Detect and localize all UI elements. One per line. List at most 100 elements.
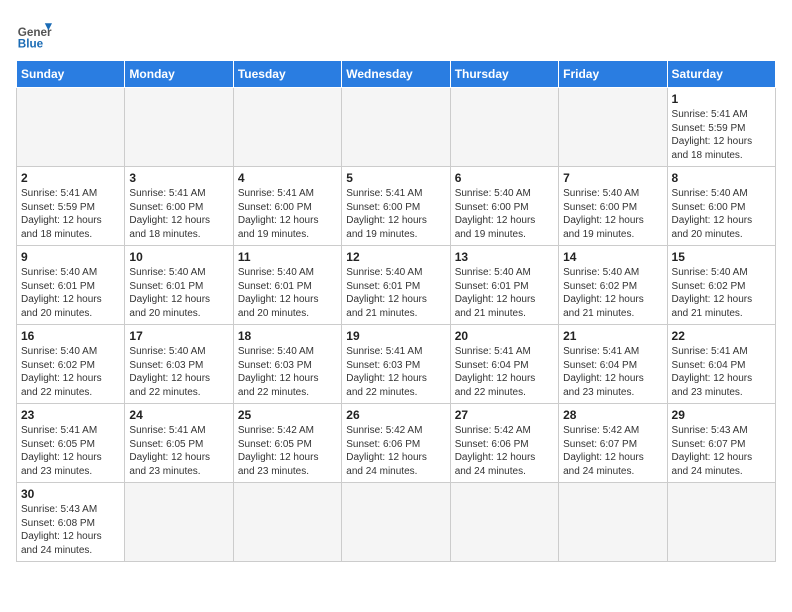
day-number: 19 xyxy=(346,329,445,343)
day-info: Sunrise: 5:41 AM Sunset: 6:05 PM Dayligh… xyxy=(129,424,228,478)
day-info: Sunrise: 5:40 AM Sunset: 6:03 PM Dayligh… xyxy=(129,345,228,399)
calendar-day-cell xyxy=(233,88,341,167)
day-number: 21 xyxy=(563,329,662,343)
calendar-day-cell: 27 Sunrise: 5:42 AM Sunset: 6:06 PM Dayli… xyxy=(450,404,558,483)
calendar-day-cell xyxy=(342,483,450,562)
day-number: 6 xyxy=(455,171,554,185)
calendar-day-cell: 4 Sunrise: 5:41 AM Sunset: 6:00 PM Daylig… xyxy=(233,167,341,246)
calendar-day-cell xyxy=(667,483,775,562)
calendar-day-cell xyxy=(125,483,233,562)
day-number: 4 xyxy=(238,171,337,185)
calendar-day-cell: 13 Sunrise: 5:40 AM Sunset: 6:01 PM Dayli… xyxy=(450,246,558,325)
day-info: Sunrise: 5:40 AM Sunset: 6:01 PM Dayligh… xyxy=(455,266,554,320)
day-info: Sunrise: 5:40 AM Sunset: 6:01 PM Dayligh… xyxy=(346,266,445,320)
calendar-table: SundayMondayTuesdayWednesdayThursdayFrid… xyxy=(16,60,776,562)
day-number: 12 xyxy=(346,250,445,264)
day-info: Sunrise: 5:41 AM Sunset: 6:04 PM Dayligh… xyxy=(455,345,554,399)
day-info: Sunrise: 5:42 AM Sunset: 6:06 PM Dayligh… xyxy=(346,424,445,478)
calendar-day-cell xyxy=(450,483,558,562)
day-number: 3 xyxy=(129,171,228,185)
day-number: 25 xyxy=(238,408,337,422)
calendar-day-cell: 25 Sunrise: 5:42 AM Sunset: 6:05 PM Dayli… xyxy=(233,404,341,483)
calendar-day-cell: 17 Sunrise: 5:40 AM Sunset: 6:03 PM Dayli… xyxy=(125,325,233,404)
calendar-day-cell: 9 Sunrise: 5:40 AM Sunset: 6:01 PM Daylig… xyxy=(17,246,125,325)
calendar-header-row: SundayMondayTuesdayWednesdayThursdayFrid… xyxy=(17,61,776,88)
day-info: Sunrise: 5:40 AM Sunset: 6:02 PM Dayligh… xyxy=(672,266,771,320)
day-number: 8 xyxy=(672,171,771,185)
calendar-day-cell: 23 Sunrise: 5:41 AM Sunset: 6:05 PM Dayli… xyxy=(17,404,125,483)
day-info: Sunrise: 5:42 AM Sunset: 6:06 PM Dayligh… xyxy=(455,424,554,478)
calendar-day-cell: 26 Sunrise: 5:42 AM Sunset: 6:06 PM Dayli… xyxy=(342,404,450,483)
calendar-day-cell: 20 Sunrise: 5:41 AM Sunset: 6:04 PM Dayli… xyxy=(450,325,558,404)
page-header: General Blue xyxy=(16,16,776,52)
day-info: Sunrise: 5:43 AM Sunset: 6:08 PM Dayligh… xyxy=(21,503,120,557)
day-number: 24 xyxy=(129,408,228,422)
day-number: 17 xyxy=(129,329,228,343)
calendar-day-cell: 8 Sunrise: 5:40 AM Sunset: 6:00 PM Daylig… xyxy=(667,167,775,246)
calendar-day-cell xyxy=(125,88,233,167)
calendar-day-cell: 11Sunrise: 5:40 AM Sunset: 6:01 PM Dayli… xyxy=(233,246,341,325)
calendar-week-row: 16Sunrise: 5:40 AM Sunset: 6:02 PM Dayli… xyxy=(17,325,776,404)
day-of-week-header: Wednesday xyxy=(342,61,450,88)
calendar-day-cell: 5Sunrise: 5:41 AM Sunset: 6:00 PM Daylig… xyxy=(342,167,450,246)
calendar-day-cell: 1 Sunrise: 5:41 AM Sunset: 5:59 PM Daylig… xyxy=(667,88,775,167)
calendar-day-cell: 19 Sunrise: 5:41 AM Sunset: 6:03 PM Dayli… xyxy=(342,325,450,404)
calendar-day-cell: 10 Sunrise: 5:40 AM Sunset: 6:01 PM Dayli… xyxy=(125,246,233,325)
logo-icon: General Blue xyxy=(16,16,52,52)
day-number: 23 xyxy=(21,408,120,422)
day-number: 20 xyxy=(455,329,554,343)
calendar-week-row: 30Sunrise: 5:43 AM Sunset: 6:08 PM Dayli… xyxy=(17,483,776,562)
day-info: Sunrise: 5:41 AM Sunset: 6:04 PM Dayligh… xyxy=(672,345,771,399)
day-number: 13 xyxy=(455,250,554,264)
calendar-day-cell: 29 Sunrise: 5:43 AM Sunset: 6:07 PM Dayli… xyxy=(667,404,775,483)
day-info: Sunrise: 5:42 AM Sunset: 6:05 PM Dayligh… xyxy=(238,424,337,478)
day-info: Sunrise: 5:41 AM Sunset: 6:00 PM Dayligh… xyxy=(238,187,337,241)
day-of-week-header: Sunday xyxy=(17,61,125,88)
day-info: Sunrise: 5:40 AM Sunset: 6:00 PM Dayligh… xyxy=(563,187,662,241)
day-number: 7 xyxy=(563,171,662,185)
calendar-day-cell: 3 Sunrise: 5:41 AM Sunset: 6:00 PM Daylig… xyxy=(125,167,233,246)
calendar-day-cell: 6 Sunrise: 5:40 AM Sunset: 6:00 PM Daylig… xyxy=(450,167,558,246)
logo: General Blue xyxy=(16,16,52,52)
day-info: Sunrise: 5:40 AM Sunset: 6:00 PM Dayligh… xyxy=(455,187,554,241)
day-of-week-header: Friday xyxy=(559,61,667,88)
day-info: Sunrise: 5:41 AM Sunset: 5:59 PM Dayligh… xyxy=(672,108,771,162)
day-number: 22 xyxy=(672,329,771,343)
calendar-day-cell: 16Sunrise: 5:40 AM Sunset: 6:02 PM Dayli… xyxy=(17,325,125,404)
calendar-day-cell: 14Sunrise: 5:40 AM Sunset: 6:02 PM Dayli… xyxy=(559,246,667,325)
calendar-day-cell xyxy=(450,88,558,167)
day-number: 27 xyxy=(455,408,554,422)
day-number: 15 xyxy=(672,250,771,264)
calendar-day-cell xyxy=(17,88,125,167)
day-of-week-header: Monday xyxy=(125,61,233,88)
day-number: 26 xyxy=(346,408,445,422)
day-info: Sunrise: 5:41 AM Sunset: 6:05 PM Dayligh… xyxy=(21,424,120,478)
calendar-day-cell: 21 Sunrise: 5:41 AM Sunset: 6:04 PM Dayli… xyxy=(559,325,667,404)
calendar-day-cell: 12 Sunrise: 5:40 AM Sunset: 6:01 PM Dayli… xyxy=(342,246,450,325)
day-of-week-header: Thursday xyxy=(450,61,558,88)
calendar-day-cell: 7 Sunrise: 5:40 AM Sunset: 6:00 PM Daylig… xyxy=(559,167,667,246)
day-number: 2 xyxy=(21,171,120,185)
day-number: 29 xyxy=(672,408,771,422)
day-info: Sunrise: 5:41 AM Sunset: 6:00 PM Dayligh… xyxy=(129,187,228,241)
day-info: Sunrise: 5:43 AM Sunset: 6:07 PM Dayligh… xyxy=(672,424,771,478)
day-info: Sunrise: 5:42 AM Sunset: 6:07 PM Dayligh… xyxy=(563,424,662,478)
day-info: Sunrise: 5:40 AM Sunset: 6:03 PM Dayligh… xyxy=(238,345,337,399)
day-info: Sunrise: 5:40 AM Sunset: 6:00 PM Dayligh… xyxy=(672,187,771,241)
day-number: 10 xyxy=(129,250,228,264)
day-info: Sunrise: 5:40 AM Sunset: 6:01 PM Dayligh… xyxy=(238,266,337,320)
day-info: Sunrise: 5:41 AM Sunset: 6:04 PM Dayligh… xyxy=(563,345,662,399)
calendar-day-cell: 24 Sunrise: 5:41 AM Sunset: 6:05 PM Dayli… xyxy=(125,404,233,483)
day-info: Sunrise: 5:41 AM Sunset: 6:00 PM Dayligh… xyxy=(346,187,445,241)
calendar-day-cell: 18Sunrise: 5:40 AM Sunset: 6:03 PM Dayli… xyxy=(233,325,341,404)
day-number: 9 xyxy=(21,250,120,264)
day-info: Sunrise: 5:40 AM Sunset: 6:01 PM Dayligh… xyxy=(129,266,228,320)
day-number: 1 xyxy=(672,92,771,106)
calendar-day-cell: 28 Sunrise: 5:42 AM Sunset: 6:07 PM Dayli… xyxy=(559,404,667,483)
day-number: 28 xyxy=(563,408,662,422)
calendar-day-cell: 22 Sunrise: 5:41 AM Sunset: 6:04 PM Dayli… xyxy=(667,325,775,404)
day-info: Sunrise: 5:40 AM Sunset: 6:01 PM Dayligh… xyxy=(21,266,120,320)
day-info: Sunrise: 5:41 AM Sunset: 6:03 PM Dayligh… xyxy=(346,345,445,399)
calendar-week-row: 1 Sunrise: 5:41 AM Sunset: 5:59 PM Daylig… xyxy=(17,88,776,167)
calendar-day-cell xyxy=(559,483,667,562)
